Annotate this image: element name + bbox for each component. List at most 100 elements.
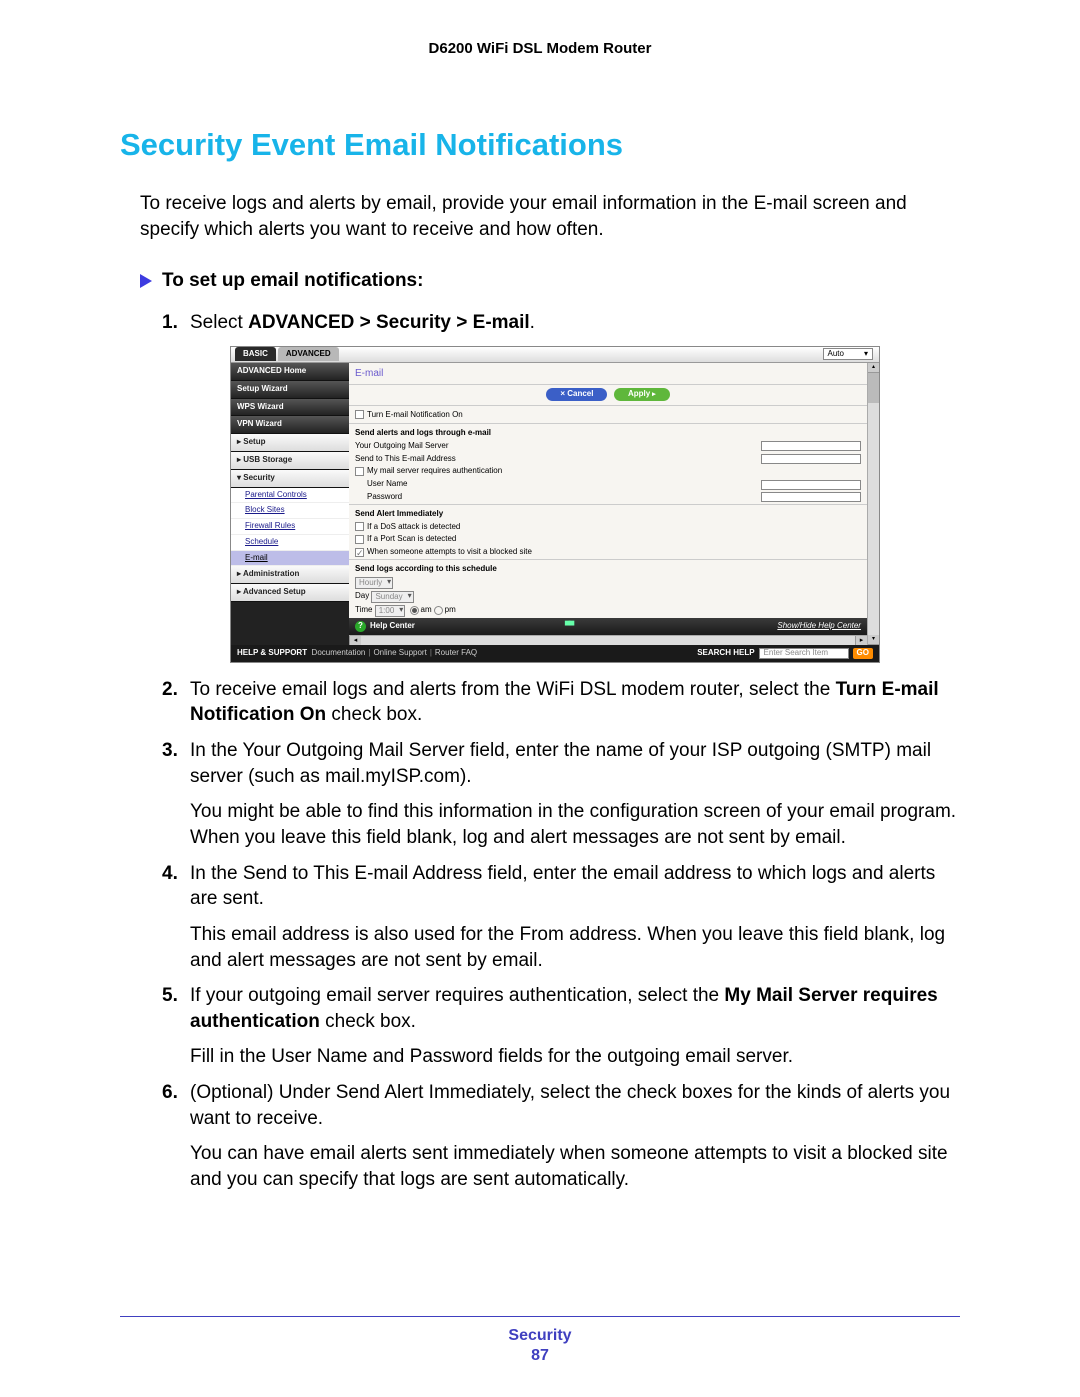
- procedure-heading-text: To set up email notifications:: [162, 270, 423, 292]
- tab-advanced[interactable]: ADVANCED: [278, 347, 339, 361]
- step-4: 4. In the Send to This E-mail Address fi…: [162, 861, 960, 974]
- send-to-label: Send to This E-mail Address: [355, 454, 761, 465]
- text: To receive email logs and alerts from th…: [190, 679, 836, 700]
- sidebar-setup-wizard[interactable]: Setup Wizard: [231, 381, 349, 399]
- sidebar-advanced-home[interactable]: ADVANCED Home: [231, 363, 349, 381]
- turn-on-label: Turn E-mail Notification On: [367, 410, 463, 419]
- am-label: am: [421, 605, 432, 616]
- text: (Optional) Under Send Alert Immediately,…: [190, 1080, 960, 1131]
- sidebar-schedule[interactable]: Schedule: [231, 535, 349, 551]
- step-number: 4.: [162, 861, 190, 974]
- help-center-label: Help Center: [370, 621, 415, 632]
- step-5: 5. If your outgoing email server require…: [162, 983, 960, 1070]
- text: Fill in the User Name and Password field…: [190, 1044, 960, 1070]
- online-support-link[interactable]: Online Support: [373, 648, 426, 659]
- router-faq-link[interactable]: Router FAQ: [435, 648, 477, 659]
- chevron-up-icon[interactable]: ▀▀: [565, 621, 572, 632]
- blockedsite-label: When someone attempts to visit a blocked…: [367, 547, 532, 558]
- day-select[interactable]: Sunday: [371, 591, 413, 603]
- help-icon: ?: [355, 621, 366, 632]
- step-list: 1. Select ADVANCED > Security > E-mail. …: [162, 310, 960, 1192]
- send-to-input[interactable]: [761, 454, 861, 464]
- outgoing-mail-input[interactable]: [761, 441, 861, 451]
- blockedsite-checkbox[interactable]: [355, 548, 364, 557]
- am-radio[interactable]: [410, 606, 419, 615]
- intro-paragraph: To receive logs and alerts by email, pro…: [140, 191, 960, 242]
- step-number: 2.: [162, 677, 190, 728]
- time-label: Time: [355, 605, 372, 616]
- cancel-button[interactable]: Cancel: [546, 388, 607, 401]
- username-label: User Name: [367, 479, 761, 490]
- day-label: Day: [355, 591, 369, 602]
- time-select[interactable]: 1:00: [375, 605, 406, 617]
- username-input[interactable]: [761, 480, 861, 490]
- sidebar-block-sites[interactable]: Block Sites: [231, 503, 349, 519]
- auth-checkbox[interactable]: [355, 467, 364, 476]
- sidebar-parental-controls[interactable]: Parental Controls: [231, 488, 349, 504]
- sidebar-email[interactable]: E-mail: [231, 551, 349, 567]
- portscan-checkbox[interactable]: [355, 535, 364, 544]
- dos-label: If a DoS attack is detected: [367, 522, 460, 533]
- text: In the Send to This E-mail Address field…: [190, 861, 960, 912]
- step-number: 5.: [162, 983, 190, 1070]
- step-6: 6. (Optional) Under Send Alert Immediate…: [162, 1080, 960, 1193]
- turn-on-checkbox[interactable]: [355, 410, 364, 419]
- step-2: 2. To receive email logs and alerts from…: [162, 677, 960, 728]
- text: check box.: [326, 704, 422, 725]
- step-number: 6.: [162, 1080, 190, 1193]
- sidebar-administration[interactable]: ▸ Administration: [231, 566, 349, 584]
- help-support-label: HELP & SUPPORT: [237, 648, 307, 659]
- password-input[interactable]: [761, 492, 861, 502]
- portscan-label: If a Port Scan is detected: [367, 534, 456, 545]
- search-go-button[interactable]: GO: [853, 648, 873, 659]
- screenshot-sidebar: ADVANCED Home Setup Wizard WPS Wizard VP…: [231, 363, 349, 645]
- pm-radio[interactable]: [434, 606, 443, 615]
- step-number: 3.: [162, 738, 190, 851]
- screenshot-tabbar: BASIC ADVANCED Auto▾: [231, 347, 879, 363]
- tab-basic[interactable]: BASIC: [235, 347, 276, 361]
- showhide-help-link[interactable]: Show/Hide Help Center: [777, 621, 861, 632]
- section-title: Security Event Email Notifications: [120, 127, 960, 163]
- text: .: [530, 312, 535, 333]
- search-help-label: SEARCH HELP: [697, 648, 754, 657]
- footer-page-number: 87: [120, 1347, 960, 1365]
- apply-button[interactable]: Apply: [614, 388, 670, 401]
- text: In the Your Outgoing Mail Server field, …: [190, 738, 960, 789]
- step-number: 1.: [162, 310, 190, 336]
- sidebar-setup[interactable]: ▸ Setup: [231, 434, 349, 452]
- sidebar-firewall-rules[interactable]: Firewall Rules: [231, 519, 349, 535]
- text: check box.: [320, 1011, 416, 1032]
- screenshot-footer: HELP & SUPPORT Documentation| Online Sup…: [231, 645, 879, 662]
- menu-path: ADVANCED > Security > E-mail: [248, 312, 530, 333]
- document-header: D6200 WiFi DSL Modem Router: [120, 40, 960, 57]
- sidebar-advanced-setup[interactable]: ▸ Advanced Setup: [231, 584, 349, 602]
- sidebar-security[interactable]: ▾ Security: [231, 470, 349, 488]
- panel-title: E-mail: [349, 363, 867, 385]
- sidebar-vpn-wizard[interactable]: VPN Wizard: [231, 416, 349, 434]
- immediate-heading: Send Alert Immediately: [349, 504, 867, 521]
- frequency-select[interactable]: Hourly: [355, 577, 393, 589]
- text: If your outgoing email server requires a…: [190, 985, 724, 1006]
- router-screenshot: BASIC ADVANCED Auto▾ ADVANCED Home Setup…: [230, 346, 880, 663]
- step-1: 1. Select ADVANCED > Security > E-mail.: [162, 310, 960, 336]
- documentation-link[interactable]: Documentation: [312, 648, 366, 659]
- vertical-scrollbar[interactable]: ▴▾: [867, 363, 879, 645]
- sidebar-usb-storage[interactable]: ▸ USB Storage: [231, 452, 349, 470]
- password-label: Password: [367, 492, 761, 503]
- dos-checkbox[interactable]: [355, 522, 364, 531]
- text: Select: [190, 312, 248, 333]
- arrow-icon: [140, 274, 152, 288]
- pm-label: pm: [445, 605, 456, 616]
- schedule-heading: Send logs according to this schedule: [349, 559, 867, 576]
- screenshot-content: E-mail Cancel Apply Turn E-mail Notifica…: [349, 363, 879, 645]
- step-3: 3. In the Your Outgoing Mail Server fiel…: [162, 738, 960, 851]
- footer-section: Security: [120, 1327, 960, 1345]
- sidebar-wps-wizard[interactable]: WPS Wizard: [231, 399, 349, 417]
- outgoing-mail-label: Your Outgoing Mail Server: [355, 441, 761, 452]
- procedure-heading: To set up email notifications:: [140, 270, 960, 292]
- text: You can have email alerts sent immediate…: [190, 1141, 960, 1192]
- text: This email address is also used for the …: [190, 922, 960, 973]
- horizontal-scrollbar[interactable]: ◂▸: [349, 635, 867, 645]
- search-help-input[interactable]: Enter Search Item: [759, 648, 849, 659]
- language-select[interactable]: Auto▾: [823, 348, 873, 360]
